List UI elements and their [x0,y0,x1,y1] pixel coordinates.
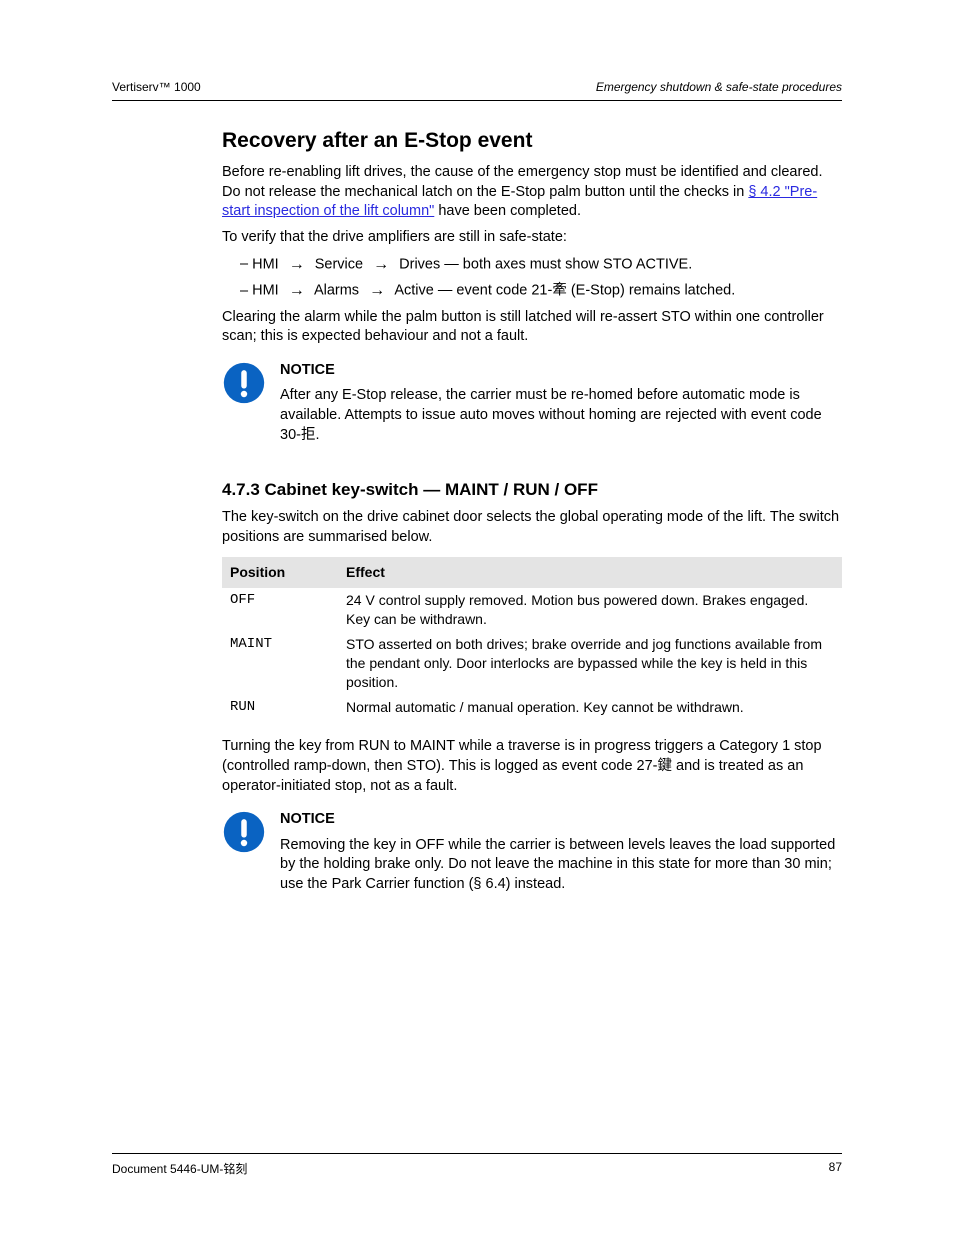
page-header: Vertiserv™ 1000 Emergency shutdown & saf… [112,80,842,101]
notice-text: Removing the key in OFF while the carrie… [280,836,842,895]
section-title-keyswitch: 4.7.3 Cabinet key-switch — MAINT / RUN /… [222,479,842,502]
table-header: Position [222,557,338,588]
notice-callout: NOTICE Removing the key in OFF while the… [222,810,842,900]
arrow-right-icon: → [369,280,385,302]
keyswitch-post: Turning the key from RUN to MAINT while … [222,737,842,796]
section-title-recovery: Recovery after an E-Stop event [222,127,842,155]
check-item: HMI → Alarms → Active — event code 21-牽 … [240,280,842,302]
check-item: HMI → Service → Drives — both axes must … [240,254,842,276]
table-row: RUN Normal automatic / manual operation.… [222,695,842,720]
notice-icon [222,361,266,405]
page-number: 87 [829,1160,842,1177]
notice-text: After any E-Stop release, the carrier mu… [280,386,842,445]
clear-note: Clearing the alarm while the palm button… [222,308,842,347]
arrow-right-icon: → [373,254,389,276]
notice-label: NOTICE [280,810,842,830]
table-row: MAINT STO asserted on both drives; brake… [222,632,842,695]
doc-number: Document 5446-UM-铭刻 [112,1160,247,1177]
notice-label: NOTICE [280,361,842,381]
checks-list: HMI → Service → Drives — both axes must … [240,254,842,302]
table-header: Effect [338,557,842,588]
keyswitch-table: Position Effect OFF 24 V control supply … [222,557,842,719]
arrow-right-icon: → [289,280,305,302]
arrow-right-icon: → [289,254,305,276]
notice-callout: NOTICE After any E-Stop release, the car… [222,361,842,451]
checks-intro: To verify that the drive amplifiers are … [222,228,842,248]
page-footer: Document 5446-UM-铭刻 87 [112,1153,842,1177]
header-product: Vertiserv™ 1000 [112,80,201,94]
notice-icon [222,810,266,854]
keyswitch-intro: The key-switch on the drive cabinet door… [222,508,842,547]
header-section: Emergency shutdown & safe-state procedur… [596,80,842,94]
table-row: OFF 24 V control supply removed. Motion … [222,588,842,632]
intro-paragraph: Before re-enabling lift drives, the caus… [222,163,842,222]
